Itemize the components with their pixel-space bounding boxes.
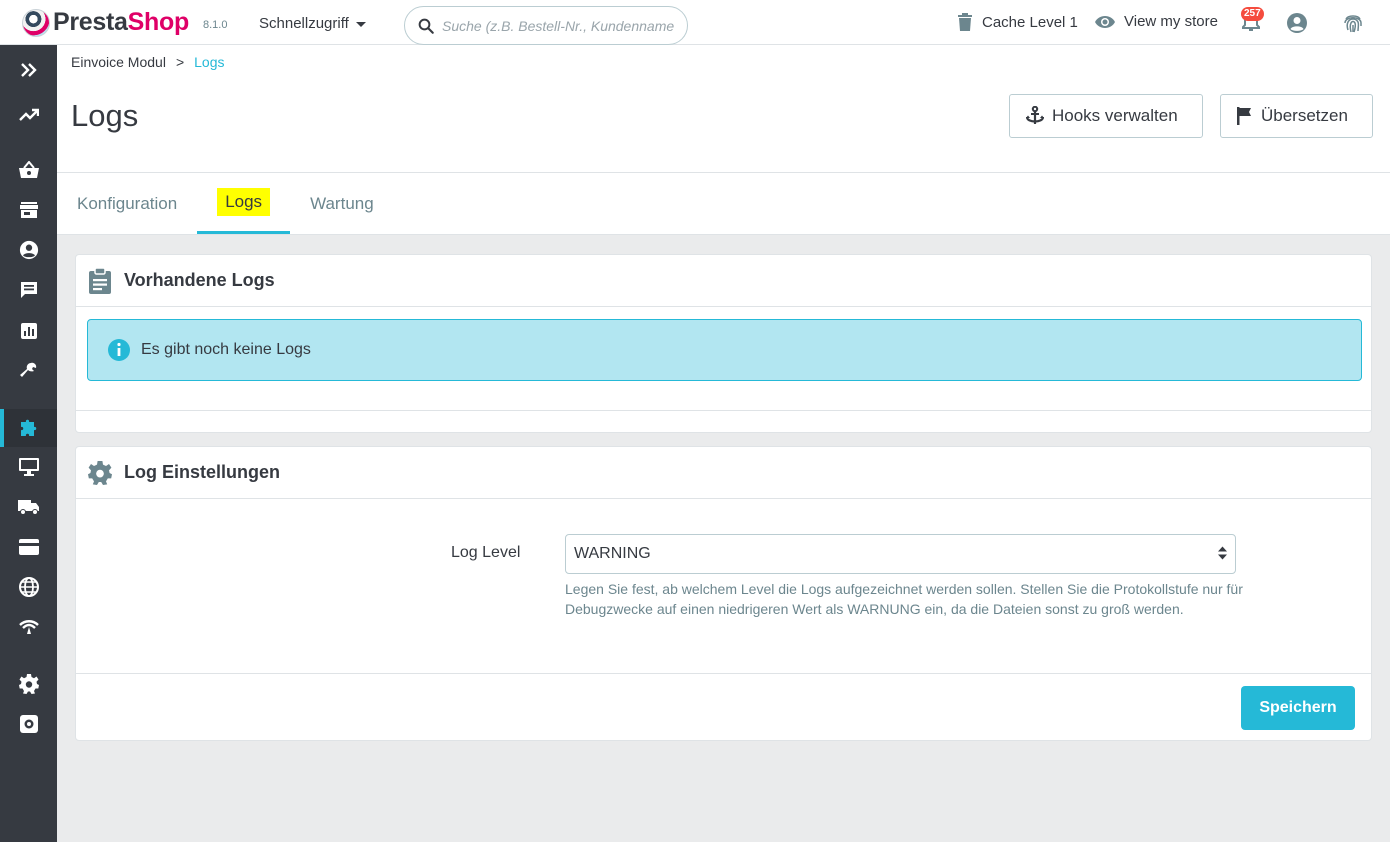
monitor-icon: [18, 458, 39, 476]
quick-access-dropdown[interactable]: Schnellzugriff: [259, 15, 366, 32]
trend-icon: [18, 108, 39, 121]
gear-box-icon: [19, 715, 38, 733]
user-account-icon[interactable]: [1286, 12, 1308, 34]
truck-icon: [17, 500, 39, 515]
settings-panel-header: Log Einstellungen: [76, 447, 1371, 499]
tab-wartung[interactable]: Wartung: [290, 173, 394, 234]
search-icon: [418, 18, 434, 34]
breadcrumb-parent[interactable]: Einvoice Modul: [71, 54, 166, 70]
brand-presta: Presta: [53, 8, 128, 36]
tab-bar: Konfiguration Logs Wartung: [57, 173, 394, 235]
translate-button[interactable]: Übersetzen: [1220, 94, 1373, 138]
breadcrumb: Einvoice Modul > Logs: [71, 54, 224, 70]
sidebar-item-marketplace[interactable]: [0, 608, 57, 646]
customer-icon: [19, 240, 38, 260]
sidebar-item-design[interactable]: [0, 448, 57, 486]
quick-access-label: Schnellzugriff: [259, 15, 349, 32]
eye-icon: [1095, 15, 1115, 28]
sidebar-item-dashboard[interactable]: [0, 96, 57, 134]
tab-konfiguration[interactable]: Konfiguration: [57, 173, 197, 234]
version-label: 8.1.0: [203, 19, 228, 31]
network-icon: [18, 620, 39, 634]
sidebar-item-advanced[interactable]: [0, 705, 57, 743]
cache-button[interactable]: Cache Level 1: [957, 13, 1078, 31]
sidebar-item-settings[interactable]: [0, 665, 57, 703]
trash-icon: [958, 13, 972, 31]
fingerprint-icon[interactable]: [1342, 12, 1364, 34]
hooks-button-label: Hooks verwalten: [1052, 106, 1178, 125]
brand-shop: Shop: [127, 8, 190, 36]
sidebar-item-tools[interactable]: [0, 352, 57, 390]
top-bar: PrestaShop 8.1.0 Schnellzugriff Cache Le…: [0, 0, 1390, 45]
tab-logs[interactable]: Logs: [197, 173, 291, 234]
log-level-label: Log Level: [451, 544, 521, 561]
sidebar: [0, 45, 57, 842]
settings-panel-title: Log Einstellungen: [124, 462, 280, 482]
chat-icon: [20, 282, 37, 298]
chart-icon: [20, 323, 37, 339]
cache-label: Cache Level 1: [982, 13, 1078, 31]
notifications-badge: 257: [1241, 7, 1264, 21]
sidebar-item-customers[interactable]: [0, 231, 57, 269]
prestashop-logo[interactable]: PrestaShop: [22, 8, 189, 37]
sidebar-item-modules[interactable]: [0, 409, 57, 447]
logs-panel-title: Vorhandene Logs: [124, 270, 275, 290]
anchor-icon: [1026, 106, 1044, 124]
log-level-select[interactable]: WARNING: [565, 534, 1236, 574]
panel-footer-divider: [76, 410, 1371, 411]
expand-icon: [20, 63, 37, 77]
clipboard-icon: [89, 267, 111, 294]
logs-panel-header: Vorhandene Logs: [76, 255, 1371, 307]
view-store-link[interactable]: View my store: [1095, 13, 1218, 30]
puzzle-icon: [20, 419, 36, 436]
search-box[interactable]: [404, 6, 688, 45]
log-level-help-text: Legen Sie fest, ab welchem Level die Log…: [565, 581, 1243, 617]
globe-icon: [18, 577, 39, 597]
tab-label: Logs: [217, 188, 271, 216]
sidebar-expand-button[interactable]: [0, 51, 57, 89]
tab-label: Konfiguration: [77, 193, 178, 213]
gear-icon: [18, 674, 39, 694]
sidebar-item-shipping[interactable]: [0, 488, 57, 526]
log-level-value: WARNING: [574, 545, 651, 562]
settings-panel: Log Einstellungen Log Level WARNING Lege…: [75, 446, 1372, 741]
info-alert: Es gibt noch keine Logs: [87, 319, 1362, 381]
page-title: Logs: [71, 98, 139, 133]
tab-label: Wartung: [310, 193, 374, 213]
caret-down-icon: [355, 22, 366, 27]
logs-panel: Vorhandene Logs Es gibt noch keine Logs: [75, 254, 1372, 433]
flag-icon: [1237, 107, 1251, 125]
sidebar-item-statistics[interactable]: [0, 312, 57, 350]
brand-name: PrestaShop: [53, 8, 189, 37]
search-input[interactable]: [442, 17, 678, 34]
wrench-icon: [19, 362, 36, 377]
sidebar-item-messages[interactable]: [0, 271, 57, 309]
puffin-logo-icon: [22, 8, 50, 37]
sidebar-item-catalog[interactable]: [0, 191, 57, 229]
sidebar-item-international[interactable]: [0, 568, 57, 606]
info-icon: [108, 339, 130, 361]
basket-icon: [18, 161, 39, 178]
sidebar-item-orders[interactable]: [0, 151, 57, 189]
select-arrows-icon: [1218, 546, 1227, 560]
translate-button-label: Übersetzen: [1261, 106, 1348, 125]
info-alert-text: Es gibt noch keine Logs: [141, 341, 311, 358]
breadcrumb-current[interactable]: Logs: [194, 54, 224, 70]
hooks-button[interactable]: Hooks verwalten: [1009, 94, 1203, 138]
cog-icon: [88, 460, 112, 485]
settings-panel-footer: Speichern: [76, 673, 1371, 741]
sidebar-item-payment[interactable]: [0, 528, 57, 566]
breadcrumb-separator: >: [175, 54, 185, 70]
page-header: Einvoice Modul > Logs Logs Hooks verwalt…: [57, 45, 1390, 235]
credit-card-icon: [18, 539, 39, 555]
view-store-label: View my store: [1124, 13, 1218, 30]
store-icon: [19, 202, 38, 218]
save-button[interactable]: Speichern: [1241, 686, 1355, 730]
